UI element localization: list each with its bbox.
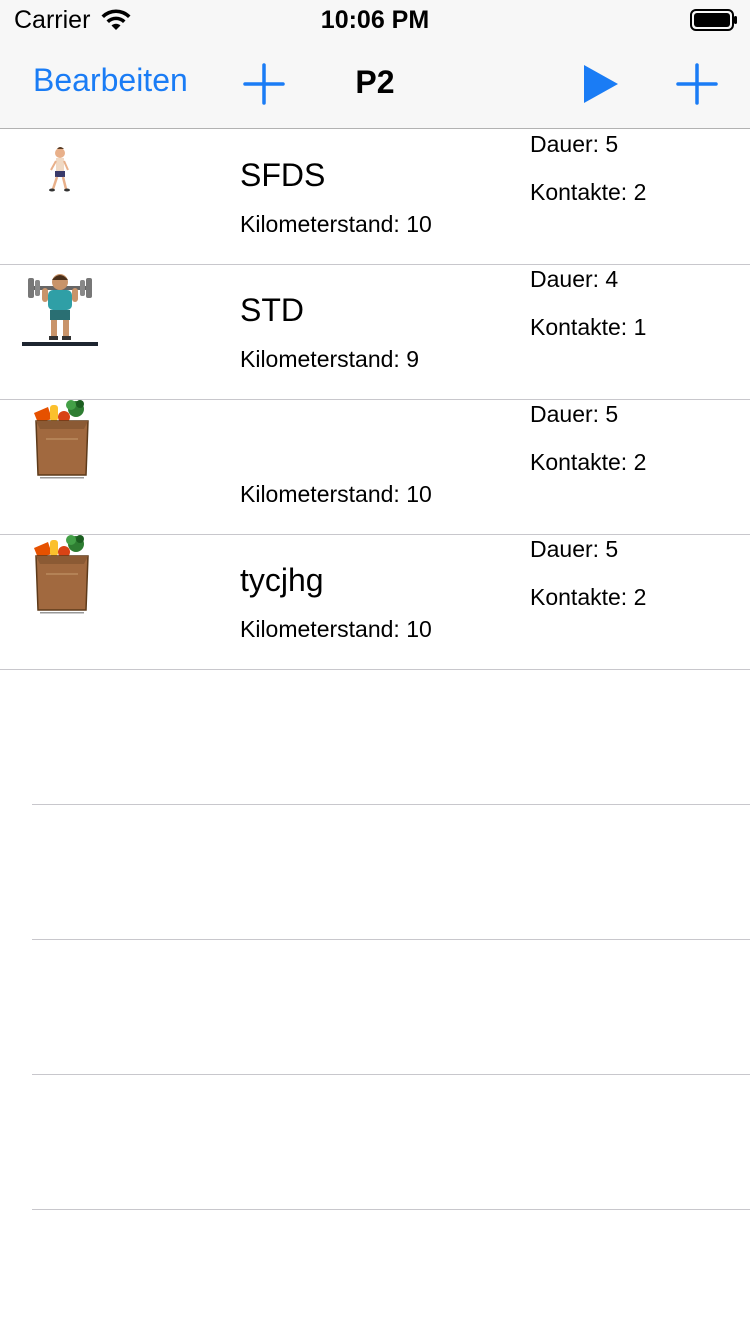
empty-row xyxy=(0,1074,750,1210)
entry-kontakte: Kontakte: 2 xyxy=(530,179,647,205)
entries-list: SFDS Kilometerstand: 10 Dauer: 5 Kontakt… xyxy=(0,129,750,1210)
play-icon[interactable] xyxy=(578,62,622,106)
page-title: P2 xyxy=(355,64,395,100)
entry-kilometerstand: Kilometerstand: 9 xyxy=(240,346,419,372)
entry-dauer: Dauer: 5 xyxy=(530,536,619,562)
empty-row xyxy=(0,669,750,805)
entry-kilometerstand: Kilometerstand: 10 xyxy=(240,616,432,642)
entry-name: SFDS xyxy=(240,157,326,193)
list-item[interactable]: tycjhg Kilometerstand: 10 Dauer: 5 Konta… xyxy=(0,534,750,670)
list-item[interactable]: SFDS Kilometerstand: 10 Dauer: 5 Kontakt… xyxy=(0,129,750,265)
entry-dauer: Dauer: 5 xyxy=(530,131,619,157)
grocery-bag-icon xyxy=(34,400,89,479)
status-time: 10:06 PM xyxy=(320,6,430,34)
status-bar: Carrier 10:06 PM xyxy=(0,0,750,40)
grocery-bag-icon xyxy=(34,535,89,614)
add-right-icon[interactable] xyxy=(675,62,719,106)
entry-dauer: Dauer: 4 xyxy=(530,266,619,292)
empty-row xyxy=(0,804,750,940)
empty-row xyxy=(0,939,750,1075)
screen: Carrier 10:06 PM Bearbeiten P2 SFDS Kilo… xyxy=(0,0,750,1334)
entry-kilometerstand: Kilometerstand: 10 xyxy=(240,211,432,237)
entry-kontakte: Kontakte: 2 xyxy=(530,584,647,610)
navigation-bar: Bearbeiten P2 xyxy=(0,40,750,129)
entry-kontakte: Kontakte: 1 xyxy=(530,314,647,340)
list-item[interactable]: STD Kilometerstand: 9 Dauer: 4 Kontakte:… xyxy=(0,264,750,400)
battery-icon xyxy=(690,9,737,31)
running-person-icon xyxy=(49,147,70,192)
entry-dauer: Dauer: 5 xyxy=(530,401,619,427)
entry-name: tycjhg xyxy=(240,562,324,598)
weightlifter-icon xyxy=(22,274,98,346)
entry-kontakte: Kontakte: 2 xyxy=(530,449,647,475)
entry-kilometerstand: Kilometerstand: 10 xyxy=(240,481,432,507)
list-item[interactable]: Kilometerstand: 10 Dauer: 5 Kontakte: 2 xyxy=(0,399,750,535)
entry-name: STD xyxy=(240,292,304,328)
